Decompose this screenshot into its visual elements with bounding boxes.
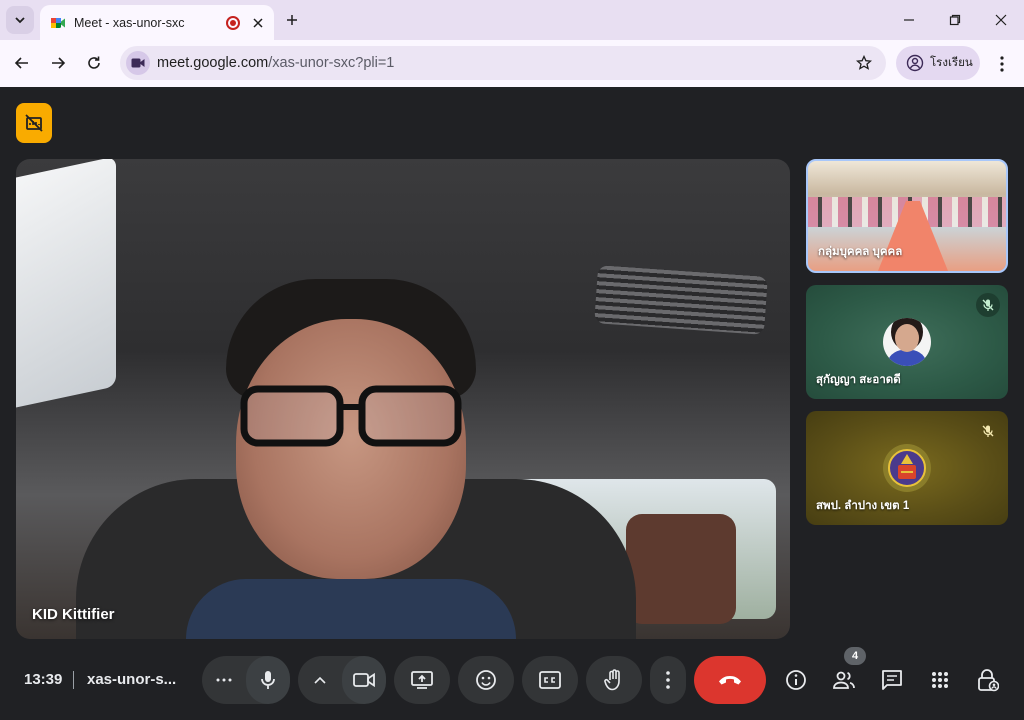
main-video-tile[interactable]: KID Kittifier [16, 159, 790, 639]
participant-name-1: กลุ่มบุคคล บุคคล [818, 246, 903, 258]
minimize-button[interactable] [896, 8, 922, 32]
close-icon [995, 14, 1007, 26]
avatar [883, 318, 931, 366]
chat-button[interactable] [876, 664, 908, 696]
site-info-button[interactable] [126, 51, 150, 75]
emblem-icon [888, 449, 926, 487]
emoji-icon [476, 670, 496, 690]
reload-button[interactable] [80, 49, 108, 77]
address-bar[interactable]: meet.google.com/xas-unor-sxc?pli=1 [120, 46, 886, 80]
restore-icon [949, 14, 961, 26]
more-horizontal-icon [216, 678, 232, 682]
restore-button[interactable] [942, 8, 968, 32]
end-call-icon [719, 676, 741, 685]
presentation-off-badge[interactable] [16, 103, 52, 143]
more-vertical-icon [666, 671, 670, 689]
back-button[interactable] [8, 49, 36, 77]
chevron-down-icon [15, 17, 25, 24]
microphone-button[interactable] [246, 656, 290, 704]
present-screen-button[interactable] [394, 656, 450, 704]
host-controls-button[interactable] [972, 664, 1004, 696]
apps-grid-icon [932, 672, 948, 688]
close-window-button[interactable] [988, 8, 1014, 32]
people-button[interactable] [828, 664, 860, 696]
arrow-left-icon [14, 57, 28, 69]
more-vertical-icon [1000, 56, 1004, 72]
bookmark-star-button[interactable] [854, 53, 874, 73]
profile-button[interactable]: โรงเรียน [896, 46, 980, 80]
glasses-shape [240, 385, 462, 447]
video-options-button[interactable] [298, 656, 342, 704]
participant-name-3: สพป. ลำปาง เขต 1 [816, 500, 910, 512]
video-control-group [298, 656, 386, 704]
meeting-details-button[interactable] [780, 664, 812, 696]
tab-title: Meet - xas-unor-sxc [74, 15, 185, 30]
video-camera-icon [353, 672, 375, 688]
plus-icon [287, 15, 297, 25]
meeting-code[interactable]: xas-unor-s... [87, 671, 176, 688]
reload-icon [88, 56, 100, 69]
forward-button[interactable] [44, 49, 72, 77]
meet-content: KID Kittifier กลุ่มบุคคล บุคคล สุกัญญา ส… [0, 87, 1024, 720]
participant-tile-3[interactable]: สพป. ลำปาง เขต 1 [806, 411, 1008, 525]
car-window [16, 159, 116, 412]
raise-hand-icon [604, 669, 620, 691]
browser-toolbar: meet.google.com/xas-unor-sxc?pli=1 โรงเร… [0, 40, 1024, 87]
browser-tab-strip: Meet - xas-unor-sxc [0, 0, 1024, 40]
participant-name-2: สุกัญญา สะอาดดี [816, 374, 901, 386]
face [236, 319, 466, 579]
organization-logo [883, 444, 931, 492]
meeting-clock: 13:39 [24, 671, 63, 688]
main-participant-name: KID Kittifier [32, 606, 115, 623]
camera-button[interactable] [342, 656, 386, 704]
chevron-up-icon [314, 676, 326, 684]
tab-close-button[interactable] [250, 15, 266, 31]
car-seat [626, 514, 736, 624]
people-count-badge: 4 [844, 647, 866, 665]
meet-camera-icon [131, 58, 145, 68]
participant-video [186, 279, 516, 639]
microphone-icon [261, 671, 275, 689]
recording-icon [226, 15, 240, 30]
participant-tile-1[interactable]: กลุ่มบุคคล บุคคล [806, 159, 1008, 273]
raise-hand-button[interactable] [586, 656, 642, 704]
reactions-button[interactable] [458, 656, 514, 704]
chat-icon [882, 670, 902, 690]
car-vent [594, 265, 768, 335]
info-icon [786, 670, 806, 690]
audio-options-button[interactable] [202, 656, 246, 704]
minimize-icon [904, 19, 914, 21]
present-screen-icon [411, 671, 433, 689]
browser-menu-button[interactable] [990, 52, 1014, 76]
star-icon [856, 55, 872, 70]
more-options-button[interactable] [650, 656, 686, 704]
url-text: meet.google.com/xas-unor-sxc?pli=1 [157, 55, 395, 71]
present-off-icon [25, 114, 43, 132]
tab-search-button[interactable] [6, 6, 34, 34]
closed-caption-icon [539, 671, 561, 689]
shirt [186, 579, 516, 639]
participant-tile-2[interactable]: สุกัญญา สะอาดดี [806, 285, 1008, 399]
profile-icon [906, 54, 924, 72]
browser-tab-meet[interactable]: Meet - xas-unor-sxc [40, 5, 274, 40]
activities-button[interactable] [924, 664, 956, 696]
audio-control-group [202, 656, 290, 704]
mic-off-icon [976, 293, 1000, 317]
profile-label: โรงเรียน [930, 57, 973, 69]
avatar-head [895, 324, 919, 352]
people-icon [833, 671, 855, 689]
new-tab-button[interactable] [282, 10, 302, 30]
arrow-right-icon [52, 57, 66, 69]
captions-button[interactable] [522, 656, 578, 704]
leave-call-button[interactable] [694, 656, 766, 704]
meet-logo-icon [51, 17, 65, 28]
close-icon [253, 17, 263, 28]
avatar-body [887, 350, 927, 366]
divider [73, 671, 74, 689]
lock-person-icon [978, 669, 999, 692]
mic-off-icon [976, 419, 1000, 443]
